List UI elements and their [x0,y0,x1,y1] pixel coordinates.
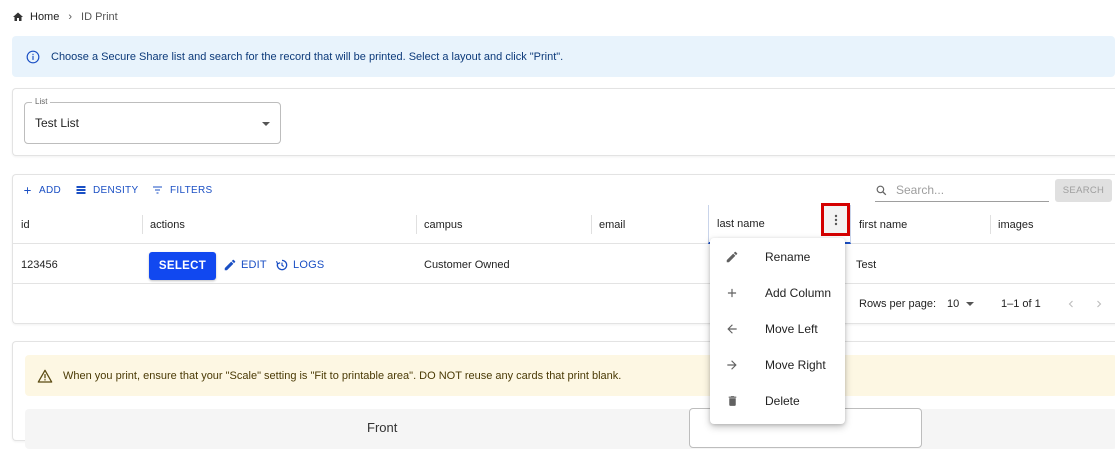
column-header-label: campus [424,218,463,231]
column-header-label: id [21,218,30,231]
cell-id: 123456 [21,258,58,271]
breadcrumb-current: ID Print [81,11,118,23]
density-icon [76,186,86,194]
menu-item-move-left[interactable]: Move Left [710,311,845,347]
list-card: List Test List [12,88,1115,156]
cell-campus: Customer Owned [424,258,510,271]
logs-button-label: LOGS [293,259,325,271]
grid-footer: Rows per page: 10 1–1 of 1 [13,285,1115,325]
layout-side-label: Front [367,420,398,435]
pencil-icon [224,259,236,271]
menu-item-label: Delete [765,394,800,408]
grid-header-row: id actions campus email last name first … [13,205,1115,244]
column-header-label: images [998,218,1034,231]
filters-button-label: FILTERS [170,184,213,196]
info-banner: Choose a Secure Share list and search fo… [12,36,1115,77]
column-menu: Rename Add Column Move Left Move Right D… [710,238,845,424]
menu-item-label: Add Column [765,286,832,300]
menu-item-delete[interactable]: Delete [710,383,845,419]
warning-banner-text: When you print, ensure that your "Scale"… [63,369,622,382]
menu-item-add-column[interactable]: Add Column [710,275,845,311]
breadcrumb-home[interactable]: Home [30,11,59,23]
logs-button[interactable]: LOGS [275,258,324,272]
rows-per-page-select[interactable]: 10 [947,298,975,310]
info-banner-text: Choose a Secure Share list and search fo… [51,50,564,63]
plus-icon [24,186,31,194]
menu-item-label: Move Right [765,358,826,372]
search-button[interactable]: SEARCH [1055,179,1112,202]
column-header-label: actions [150,218,185,231]
more-vertical-icon [834,214,837,225]
home-icon [13,12,23,21]
print-card: When you print, ensure that your "Scale"… [12,341,1115,449]
plus-icon [724,285,740,301]
trash-icon [724,393,740,409]
list-select[interactable]: List Test List [24,97,281,144]
column-menu-button[interactable] [821,203,850,236]
column-header-id[interactable]: id [13,205,142,244]
dropdown-caret-icon [262,122,270,126]
column-header-images[interactable]: images [990,205,1115,244]
density-button[interactable]: DENSITY [75,183,138,197]
column-header-label: email [599,218,626,231]
list-select-label: List [32,97,51,106]
search-icon [876,185,887,195]
column-header-first-name[interactable]: first name [851,205,990,244]
dropdown-caret-icon [966,302,975,306]
breadcrumb-separator: › [68,11,73,23]
filter-icon [153,186,162,194]
search-field[interactable] [875,179,1049,202]
warning-banner: When you print, ensure that your "Scale"… [25,355,1115,396]
list-select-value: Test List [35,116,80,130]
arrow-right-icon [724,357,740,373]
edit-button[interactable]: EDIT [223,258,267,272]
search-input[interactable] [894,182,1034,198]
breadcrumb: Home › ID Print [12,9,118,25]
rows-per-page-label: Rows per page: [859,298,937,310]
column-header-email[interactable]: email [591,205,708,244]
layout-preview: Front [25,409,1115,449]
add-button-label: ADD [39,184,62,196]
next-page-icon[interactable] [1093,298,1105,310]
column-header-label: last name [717,217,765,230]
cell-first-name: Test [856,258,877,271]
column-header-campus[interactable]: campus [416,205,591,244]
filters-button[interactable]: FILTERS [151,183,212,197]
warning-icon [37,369,53,383]
add-button[interactable]: ADD [22,183,61,197]
previous-page-icon[interactable] [1065,298,1077,310]
menu-item-move-right[interactable]: Move Right [710,347,845,383]
pencil-icon [724,249,740,265]
rows-per-page-value: 10 [947,298,960,310]
data-grid: ADD DENSITY FILTERS SEARCH id actions ca… [12,174,1115,324]
edit-button-label: EDIT [241,259,267,271]
density-button-label: DENSITY [93,184,139,196]
info-icon [26,50,40,63]
menu-item-rename[interactable]: Rename [710,239,845,275]
select-button[interactable]: SELECT [149,252,216,280]
arrow-left-icon [724,321,740,337]
table-row[interactable]: 123456 SELECT EDIT LOGS Customer Owned T… [13,245,1115,284]
menu-item-label: Rename [765,250,811,264]
pagination-range: 1–1 of 1 [1001,298,1041,310]
column-header-actions[interactable]: actions [142,205,416,244]
menu-item-label: Move Left [765,322,818,336]
column-header-label: first name [859,218,908,231]
history-icon [275,259,288,271]
